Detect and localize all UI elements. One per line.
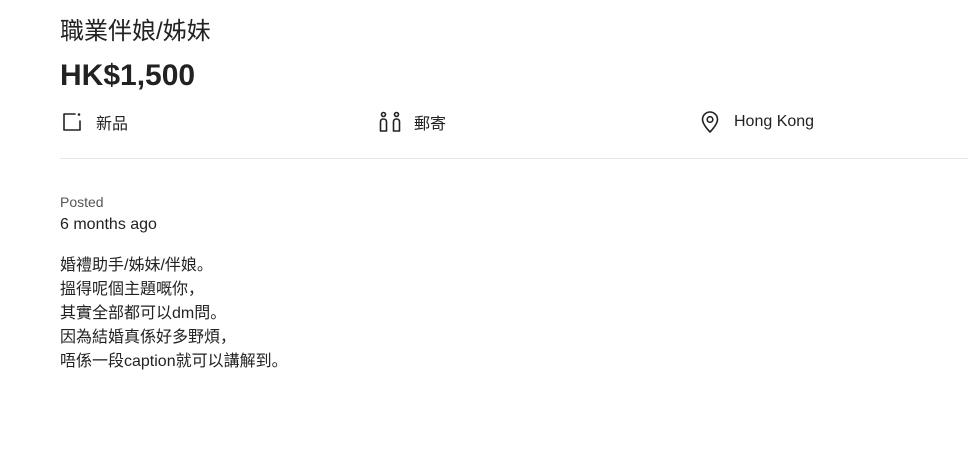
location-pin-icon <box>698 110 722 134</box>
posted-label: Posted <box>60 194 104 210</box>
delivery-label: 郵寄 <box>414 116 447 133</box>
description-line: 其實全部都可以dm問。 <box>60 305 227 322</box>
condition-tag-icon <box>60 110 84 134</box>
location-label: Hong Kong <box>734 113 815 130</box>
attribute-condition: 新品 <box>60 107 128 137</box>
posted-time: 6 months ago <box>60 216 157 233</box>
attribute-location: Hong Kong <box>698 107 814 137</box>
description-line: 婚禮助手/姊妹/伴娘。 <box>60 257 213 274</box>
description-line: 唔係一段caption就可以講解到。 <box>60 353 288 370</box>
description-line: 因為結婚真係好多野煩， <box>60 329 237 346</box>
listing-description: 婚禮助手/姊妹/伴娘。 搵得呢個主題嘅你， 其實全部都可以dm問。 因為結婚真係… <box>60 254 288 374</box>
listing-price: HK$1,500 <box>60 59 196 92</box>
condition-label: 新品 <box>96 116 129 133</box>
listing-title: 職業伴娘/姊妹 <box>60 18 211 45</box>
delivery-meetup-icon <box>378 110 402 134</box>
section-divider <box>60 158 968 159</box>
attribute-delivery: 郵寄 <box>378 107 446 137</box>
description-line: 搵得呢個主題嘅你， <box>60 281 205 298</box>
